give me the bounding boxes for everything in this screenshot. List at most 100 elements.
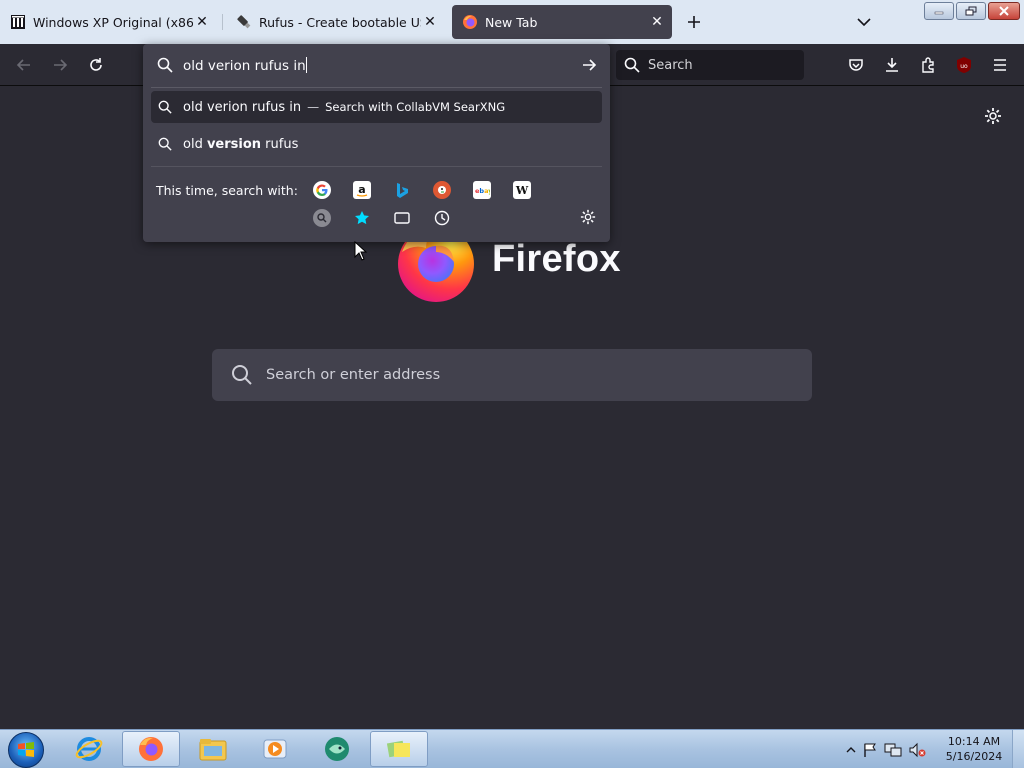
menu-button[interactable] [988,53,1012,77]
tab-title: New Tab [485,14,538,30]
volume-muted-icon[interactable] [908,742,926,758]
gear-icon [985,108,1001,124]
ublock-origin-icon: uo [957,57,971,73]
address-bar-dropdown: old verion rufus in old verion rufus in … [143,44,610,242]
ebay-engine-icon[interactable]: ebay [473,181,491,199]
search-placeholder: Search [648,57,693,73]
windows-logo-icon [18,742,34,757]
firefox-wordmark: Firefox [492,238,621,280]
start-button[interactable] [8,732,44,768]
show-desktop-button[interactable] [1012,730,1024,768]
tab-close-icon[interactable]: ✕ [421,13,439,31]
svg-text:W: W [515,184,529,197]
firefox-icon [462,14,478,30]
history-clock-icon[interactable] [433,209,451,227]
taskbar-media-player[interactable] [246,731,304,767]
gear-icon [580,209,596,225]
search-settings-button[interactable] [579,208,597,226]
search-icon [230,363,254,387]
pocket-icon [849,59,863,71]
downloads-button[interactable] [880,53,904,77]
restore-button[interactable] [956,2,986,20]
taskbar-clock[interactable]: 10:14 AM 5/16/2024 [938,734,1010,764]
system-tray [846,730,926,768]
search-icon [157,99,173,115]
media-player-icon [263,739,287,759]
tab-windows-xp[interactable]: Windows XP Original (x86-x64) " ✕ [0,5,218,39]
reload-icon [90,58,102,71]
tab-close-icon[interactable]: ✕ [648,13,666,31]
download-icon [886,58,898,72]
back-arrow-icon [16,59,30,71]
taskbar-internet-explorer[interactable] [60,731,118,767]
svg-text:uo: uo [960,63,968,70]
plus-icon [688,16,700,28]
suggestion-search-collabvm[interactable]: old verion rufus in — Search with Collab… [151,91,602,123]
tab-close-icon[interactable]: ✕ [193,13,211,31]
taskbar-app-fish[interactable] [308,731,366,767]
tab-rufus[interactable]: Rufus - Create bootable USB dri ✕ [226,5,444,39]
address-bar-input[interactable]: old verion rufus in [143,44,610,86]
taskbar-sticky-notes[interactable] [370,731,428,767]
mouse-pointer-icon [354,241,368,261]
suggestion-text: old verion rufus in [183,99,302,115]
close-window-button[interactable] [988,2,1020,20]
taskbar-file-explorer[interactable] [184,731,242,767]
search-icon [157,136,173,152]
fish-icon [325,737,349,761]
one-off-search-label: This time, search with: [156,183,298,198]
go-button[interactable] [578,54,600,76]
hamburger-menu-icon [994,59,1006,71]
divider [151,87,602,88]
chevron-down-icon [857,18,871,27]
extensions-button[interactable] [916,53,940,77]
show-hidden-icons-icon[interactable] [846,745,856,755]
folder-icon [199,739,227,761]
taskbar-firefox[interactable] [122,731,180,767]
ublock-button[interactable]: uo [952,53,976,77]
forward-arrow-icon [54,59,68,71]
network-icon[interactable] [884,742,902,758]
new-tab-button[interactable] [682,10,706,34]
clock-time: 10:14 AM [947,735,1001,748]
forward-button[interactable] [48,53,72,77]
minimize-button[interactable] [924,2,954,20]
puzzle-icon [922,57,934,73]
sticky-notes-icon [386,740,410,758]
text-caret [305,56,307,73]
wikipedia-engine-icon[interactable]: W [513,181,531,199]
tab-divider [222,14,223,30]
search-icon [624,57,640,73]
windows-taskbar: 10:14 AM 5/16/2024 [0,729,1024,768]
searxng-engine-icon[interactable] [313,209,331,227]
new-tab-search-field[interactable]: Search or enter address [212,349,812,401]
list-all-tabs-button[interactable] [853,11,875,33]
suggestion-old-version-rufus[interactable]: old version rufus [151,128,602,160]
arrow-right-icon [583,59,597,71]
firefox-icon [139,737,163,761]
toolbar-search-box[interactable]: Search [616,50,804,80]
tab-new-tab[interactable]: New Tab ✕ [452,5,672,39]
action-center-flag-icon[interactable] [862,742,878,758]
svg-text:a: a [358,183,365,196]
search-placeholder: Search or enter address [266,367,441,383]
address-bar-text: old verion rufus in [183,56,307,74]
bing-engine-icon[interactable] [393,181,411,199]
pocket-button[interactable] [844,53,868,77]
back-button[interactable] [12,53,36,77]
tab-title: Rufus - Create bootable USB dri [259,14,421,30]
tabs-icon[interactable] [393,209,411,227]
amazon-engine-icon[interactable]: a [353,181,371,199]
search-icon [157,57,173,73]
google-engine-icon[interactable] [313,181,331,199]
svg-text:ebay: ebay [475,187,490,195]
tab-strip: Windows XP Original (x86-x64) " ✕ Rufus … [0,0,1024,44]
usb-drive-icon [236,14,252,30]
suggestion-separator: — [307,100,320,114]
bookmarks-star-icon[interactable] [353,209,371,227]
clock-date: 5/16/2024 [945,750,1003,763]
reload-button[interactable] [84,53,108,77]
suggestion-action: Search with CollabVM SearXNG [325,100,506,114]
duckduckgo-engine-icon[interactable] [433,181,451,199]
customize-new-tab-button[interactable] [983,106,1003,126]
